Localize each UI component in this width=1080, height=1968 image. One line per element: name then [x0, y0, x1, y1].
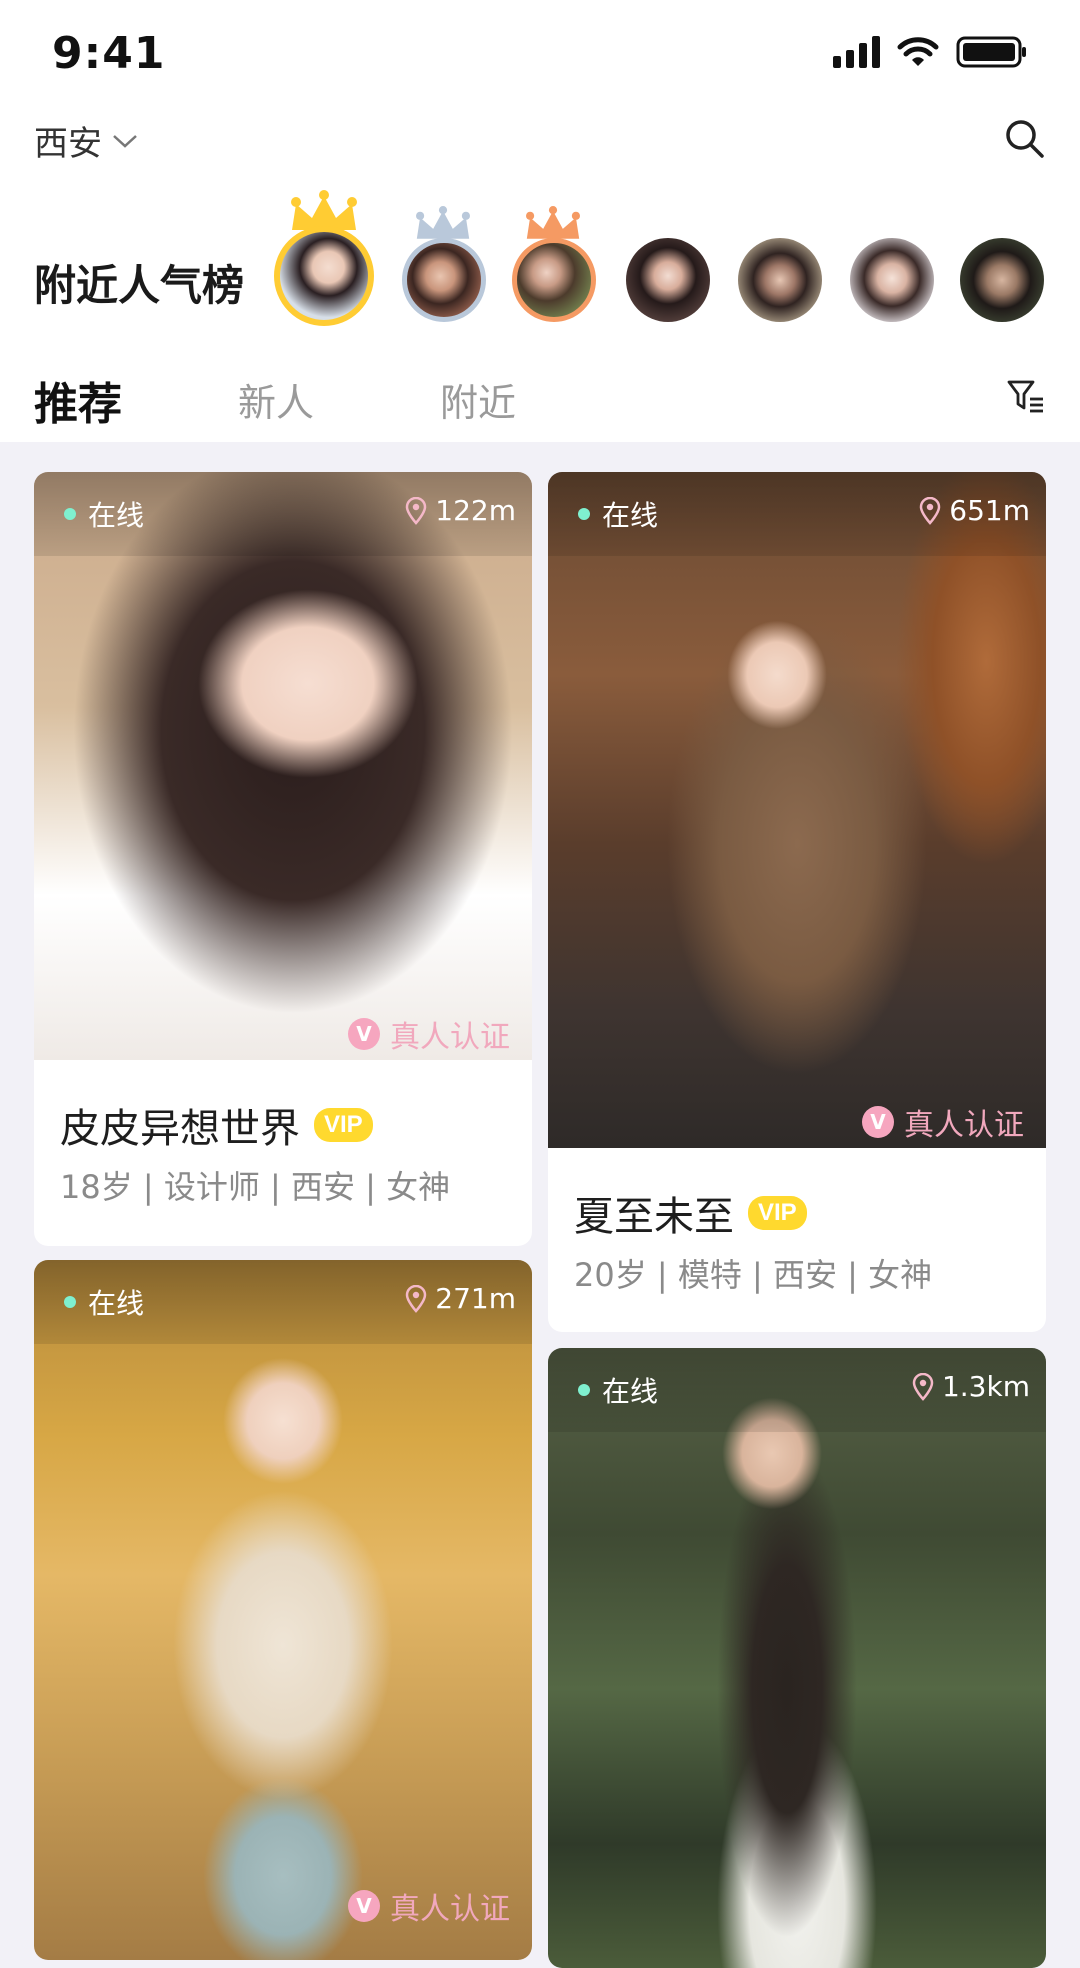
user-card[interactable]: 在线 271m V 真人认证: [34, 1260, 532, 1960]
silver-crown-icon: [416, 206, 470, 239]
tab-new[interactable]: 新人: [238, 372, 314, 427]
chevron-down-icon: [113, 134, 137, 148]
distance: 122m: [403, 494, 516, 527]
online-status: 在线: [578, 494, 658, 534]
verified-check-icon: V: [348, 1018, 380, 1050]
location-pin-icon: [912, 1372, 934, 1401]
status-icons: [833, 34, 1028, 70]
location-pin-icon: [406, 1284, 427, 1313]
online-dot-icon: [578, 508, 590, 520]
online-status: 在线: [64, 1282, 144, 1322]
avatar-rank-2[interactable]: [402, 238, 486, 322]
user-photo: 在线 1.3km: [548, 1348, 1046, 1968]
online-dot-icon: [64, 1296, 76, 1308]
user-photo: 在线 651m V 真人认证: [548, 472, 1046, 1148]
verified-check-icon: V: [348, 1890, 380, 1922]
verified-badge: V 真人认证: [862, 1100, 1024, 1144]
cellular-signal-icon: [833, 36, 880, 68]
verified-badge: V 真人认证: [348, 1012, 510, 1056]
avatar-4[interactable]: [626, 238, 710, 322]
battery-icon: [956, 36, 1026, 68]
online-status: 在线: [578, 1370, 658, 1410]
distance: 1.3km: [910, 1370, 1030, 1403]
avatar-rank-1[interactable]: [274, 226, 374, 326]
vip-badge: VIP: [314, 1108, 373, 1142]
header: 9:41 西安 附近人气榜 推荐 新人 附近: [0, 0, 1080, 442]
location-pin-icon: [920, 496, 941, 525]
user-meta: 18岁 | 设计师 | 西安 | 女神: [60, 1168, 451, 1206]
avatar-5[interactable]: [738, 238, 822, 322]
online-dot-icon: [64, 508, 76, 520]
verified-check-icon: V: [862, 1106, 894, 1138]
avatar-rank-3[interactable]: [512, 238, 596, 322]
online-status: 在线: [64, 494, 144, 534]
vip-badge: VIP: [748, 1196, 807, 1230]
distance: 271m: [403, 1282, 516, 1315]
popularity-avatars: [0, 190, 1080, 340]
user-name-row: 夏至未至 VIP: [574, 1184, 807, 1242]
tab-recommend[interactable]: 推荐: [34, 368, 122, 432]
user-card[interactable]: 在线 122m V 真人认证 皮皮异想世界 VIP 18岁 | 设计师 | 西安 |…: [34, 472, 532, 1246]
search-icon[interactable]: [1002, 116, 1046, 160]
city-label: 西安: [34, 124, 102, 164]
location-pin-icon: [406, 496, 427, 525]
user-photo: 在线 122m V 真人认证: [34, 472, 532, 1060]
feed-tabs: 推荐 新人 附近: [0, 362, 1080, 432]
online-dot-icon: [578, 1384, 590, 1396]
user-card[interactable]: 在线 1.3km: [548, 1348, 1046, 1968]
tab-nearby[interactable]: 附近: [440, 372, 516, 427]
user-name-row: 皮皮异想世界 VIP: [60, 1096, 373, 1154]
user-meta: 20岁 | 模特 | 西安 | 女神: [574, 1256, 933, 1294]
user-name: 夏至未至: [574, 1194, 734, 1240]
verified-badge: V 真人认证: [348, 1884, 510, 1928]
status-time: 9:41: [52, 28, 166, 79]
filter-icon[interactable]: [1006, 377, 1046, 417]
city-selector[interactable]: 西安: [34, 116, 138, 165]
wifi-icon: [897, 37, 939, 66]
user-card[interactable]: 在线 651m V 真人认证 夏至未至 VIP 20岁 | 模特 | 西安 | 女神: [548, 472, 1046, 1332]
avatar-6[interactable]: [850, 238, 934, 322]
user-name: 皮皮异想世界: [60, 1106, 300, 1152]
distance: 651m: [917, 494, 1030, 527]
user-photo: 在线 271m V 真人认证: [34, 1260, 532, 1960]
avatar-7[interactable]: [960, 238, 1044, 322]
status-bar: 9:41: [0, 0, 1080, 110]
bronze-crown-icon: [526, 206, 580, 239]
